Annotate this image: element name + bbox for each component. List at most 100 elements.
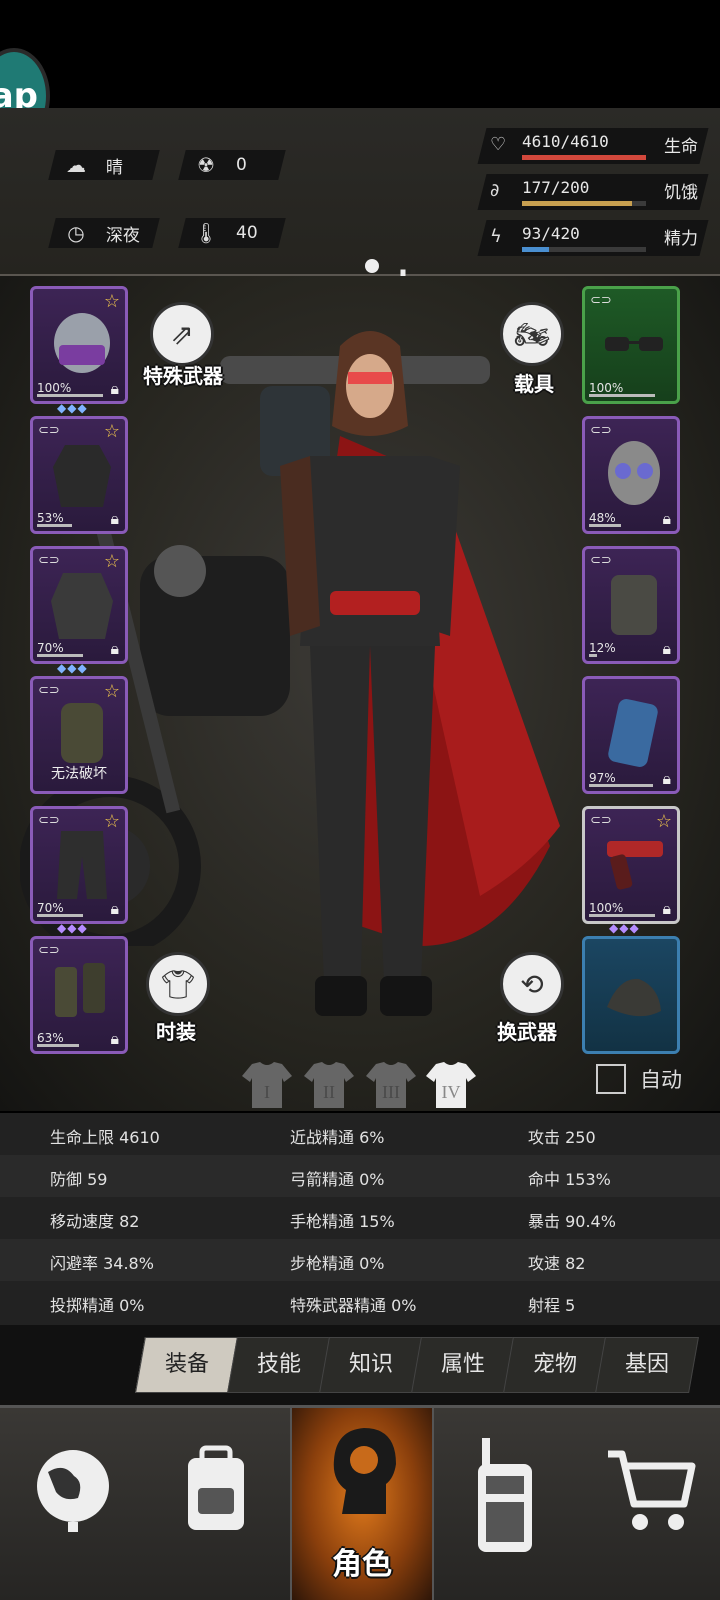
durability-bar — [589, 654, 597, 657]
riot-helmet-icon — [54, 313, 110, 373]
durability-bar — [37, 914, 84, 917]
bottom-nav: 角色 — [0, 1405, 720, 1600]
hunger-value: 177/200 — [522, 178, 590, 197]
stat-defense: 防御 59 — [50, 1170, 108, 1189]
hunger-label: 饥饿 — [664, 183, 698, 203]
tab-pets[interactable]: 宠物 — [503, 1337, 607, 1393]
outfit-tab-4-label: IV — [442, 1082, 461, 1102]
vehicle-button[interactable]: 🏍︎ — [500, 302, 564, 366]
special-weapon-button[interactable]: ⇗ — [150, 302, 214, 366]
swap-weapon-label: 换武器 — [497, 1020, 557, 1044]
slot-vest[interactable]: ⊂⊃ 12% 🔒︎ — [582, 546, 680, 664]
nav-shop[interactable] — [576, 1408, 720, 1600]
link-icon: ⊂⊃ — [590, 293, 612, 308]
outfit-tab-2[interactable]: II — [302, 1058, 356, 1112]
vest-icon — [611, 575, 657, 635]
slot-coat[interactable]: ⊂⊃ ☆ 70% 🔒︎ ◆◆◆ — [30, 546, 128, 675]
slot-pad[interactable]: 97% 🔒︎ — [582, 676, 680, 794]
link-icon: ⊂⊃ — [590, 553, 612, 568]
stat-rifle: 步枪精通 0% — [290, 1254, 385, 1273]
hunger-bar — [522, 201, 646, 206]
nav-radio[interactable] — [434, 1408, 578, 1600]
link-icon: ⊂⊃ — [590, 423, 612, 438]
radiation-value: 0 — [236, 155, 247, 175]
stats-table: 生命上限 4610 近战精通 6% 攻击 250 防御 59 弓箭精通 0% 命… — [0, 1113, 720, 1325]
nav-map[interactable] — [0, 1408, 144, 1600]
durability-text: 53% — [37, 511, 64, 525]
slot-weapon[interactable]: ⊂⊃ ☆ 100% 🔒︎ ◆◆◆ — [582, 806, 680, 935]
durability-text: 97% — [589, 771, 616, 785]
weather-chip: ☁ 晴 — [48, 150, 160, 180]
energy-icon: ϟ — [490, 226, 502, 247]
durability-text: 100% — [589, 381, 624, 395]
outfit-button[interactable]: 👕︎ — [146, 952, 210, 1016]
tab-genes[interactable]: 基因 — [595, 1337, 699, 1393]
stats-row: 生命上限 4610 近战精通 6% 攻击 250 — [0, 1113, 720, 1155]
energy-value: 93/420 — [522, 224, 580, 243]
glasses-icon — [605, 337, 663, 351]
health-label: 生命 — [664, 137, 698, 157]
slot-top[interactable]: ⊂⊃ ☆ 53% 🔒︎ — [30, 416, 128, 534]
swap-icon: ⟲ — [520, 967, 544, 1001]
stat-max-hp: 生命上限 4610 — [50, 1128, 160, 1147]
upgrade-gems: ◆◆◆ — [609, 921, 640, 935]
top-bar — [0, 0, 720, 108]
slot-bag[interactable] — [582, 936, 680, 1054]
outfit-tab-1[interactable]: I — [240, 1058, 294, 1112]
coat-icon — [51, 573, 113, 639]
nav-character[interactable]: 角色 — [290, 1408, 434, 1600]
nav-inventory[interactable] — [144, 1408, 288, 1600]
backpack-icon — [188, 1445, 244, 1530]
lock-icon: 🔒︎ — [662, 899, 671, 918]
cart-icon — [608, 1450, 696, 1530]
tab-skills[interactable]: 技能 — [227, 1337, 331, 1393]
lock-icon: 🔒︎ — [110, 509, 119, 528]
slot-glasses[interactable]: ⊂⊃ 100% — [582, 286, 680, 404]
character-illustration — [220, 331, 490, 1016]
thermometer-icon: 🌡 — [193, 221, 219, 245]
time-label: 深夜 — [106, 225, 140, 246]
durability-text: 63% — [37, 1031, 64, 1045]
health-bar-fill — [522, 155, 646, 160]
hunger-bar-fill — [522, 201, 632, 206]
durability-bar — [589, 524, 621, 527]
lock-icon: 🔒︎ — [110, 639, 119, 658]
link-icon: ⊂⊃ — [38, 943, 60, 958]
tab-attributes[interactable]: 属性 — [411, 1337, 515, 1393]
vital-health: ♡ 4610/4610 生命 — [477, 128, 709, 164]
stats-row: 投掷精通 0% 特殊武器精通 0% 射程 5 — [0, 1281, 720, 1323]
slot-helmet[interactable]: ☆ 100% 🔒︎ ◆◆◆ — [30, 286, 128, 415]
durability-text: 12% — [589, 641, 616, 655]
backpack-item-icon — [61, 703, 103, 763]
outfit-label: 时装 — [156, 1020, 196, 1044]
durability-text: 100% — [37, 381, 72, 395]
stat-special-weapon: 特殊武器精通 0% — [290, 1296, 417, 1315]
lock-icon: 🔒︎ — [110, 1029, 119, 1048]
stats-row: 移动速度 82 手枪精通 15% 暴击 90.4% — [0, 1197, 720, 1239]
lock-icon: 🔒︎ — [662, 639, 671, 658]
tab-knowledge[interactable]: 知识 — [319, 1337, 423, 1393]
radio-icon — [478, 1438, 532, 1552]
outfit-tab-4[interactable]: IV — [424, 1058, 478, 1112]
stats-row: 防御 59 弓箭精通 0% 命中 153% — [0, 1155, 720, 1197]
upgrade-gems: ◆◆◆ — [57, 401, 88, 415]
slot-boots[interactable]: ⊂⊃ 63% 🔒︎ — [30, 936, 128, 1054]
swap-weapon-button[interactable]: ⟲ — [500, 952, 564, 1016]
auto-checkbox[interactable] — [596, 1064, 626, 1094]
outfit-tab-3[interactable]: III — [364, 1058, 418, 1112]
tab-equipment[interactable]: 装备 — [135, 1337, 239, 1393]
slot-backpack[interactable]: ⊂⊃ ☆ 无法破坏 — [30, 676, 128, 794]
vehicle-label: 载具 — [514, 372, 554, 396]
health-value: 4610/4610 — [522, 132, 609, 151]
durability-text: 70% — [37, 901, 64, 915]
slot-mask[interactable]: ⊂⊃ 48% 🔒︎ — [582, 416, 680, 534]
stat-crit: 暴击 90.4% — [528, 1212, 616, 1231]
outfit-tab-1-label: I — [264, 1082, 270, 1102]
slot-pants[interactable]: ⊂⊃ ☆ 70% 🔒︎ ◆◆◆ — [30, 806, 128, 935]
tab-label: 知识 — [348, 1352, 393, 1377]
stat-move-speed: 移动速度 82 — [50, 1212, 140, 1231]
energy-label: 精力 — [664, 229, 698, 249]
stat-dodge: 闪避率 34.8% — [50, 1254, 154, 1273]
bag-icon — [607, 978, 661, 1017]
stat-melee: 近战精通 6% — [290, 1128, 385, 1147]
